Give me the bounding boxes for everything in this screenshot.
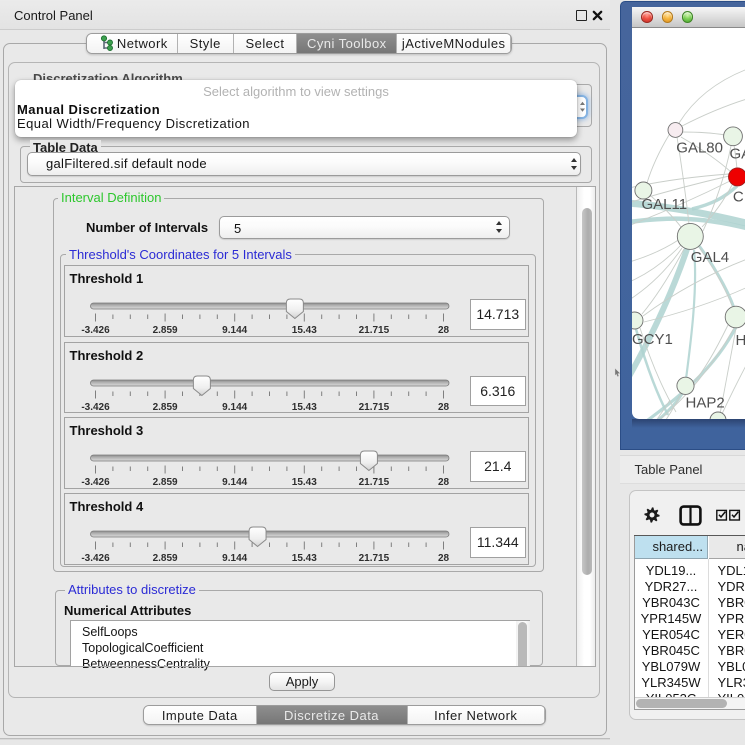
svg-text:21.715: 21.715	[358, 553, 389, 564]
svg-text:21.715: 21.715	[358, 325, 389, 336]
svg-text:15.43: 15.43	[291, 325, 316, 336]
svg-text:21.715: 21.715	[358, 477, 389, 488]
svg-text:15.43: 15.43	[291, 553, 316, 564]
svg-text:H: H	[735, 332, 745, 349]
svg-text:-3.426: -3.426	[81, 477, 110, 488]
svg-text:GAL11: GAL11	[641, 196, 687, 213]
svg-text:2.859: 2.859	[152, 325, 177, 336]
svg-text:9.144: 9.144	[222, 325, 247, 336]
svg-text:9.144: 9.144	[222, 477, 247, 488]
svg-text:2.859: 2.859	[152, 553, 177, 564]
svg-text:28: 28	[437, 477, 449, 488]
svg-text:C: C	[732, 189, 743, 206]
svg-text:21.715: 21.715	[358, 402, 389, 413]
svg-text:GCY1: GCY1	[632, 331, 673, 348]
svg-text:HAP2: HAP2	[685, 395, 724, 412]
svg-text:28: 28	[437, 553, 449, 564]
svg-text:15.43: 15.43	[291, 402, 316, 413]
svg-text:-3.426: -3.426	[81, 402, 110, 413]
svg-text:-3.426: -3.426	[81, 553, 110, 564]
svg-text:9.144: 9.144	[222, 553, 247, 564]
svg-text:28: 28	[437, 402, 449, 413]
svg-text:28: 28	[437, 325, 449, 336]
svg-text:GAL80: GAL80	[676, 140, 723, 157]
svg-text:-3.426: -3.426	[81, 325, 110, 336]
svg-text:15.43: 15.43	[291, 477, 316, 488]
svg-text:9.144: 9.144	[222, 402, 247, 413]
svg-text:2.859: 2.859	[152, 402, 177, 413]
svg-text:GAL4: GAL4	[690, 249, 728, 266]
svg-text:2.859: 2.859	[152, 477, 177, 488]
svg-text:GA: GA	[729, 146, 745, 163]
